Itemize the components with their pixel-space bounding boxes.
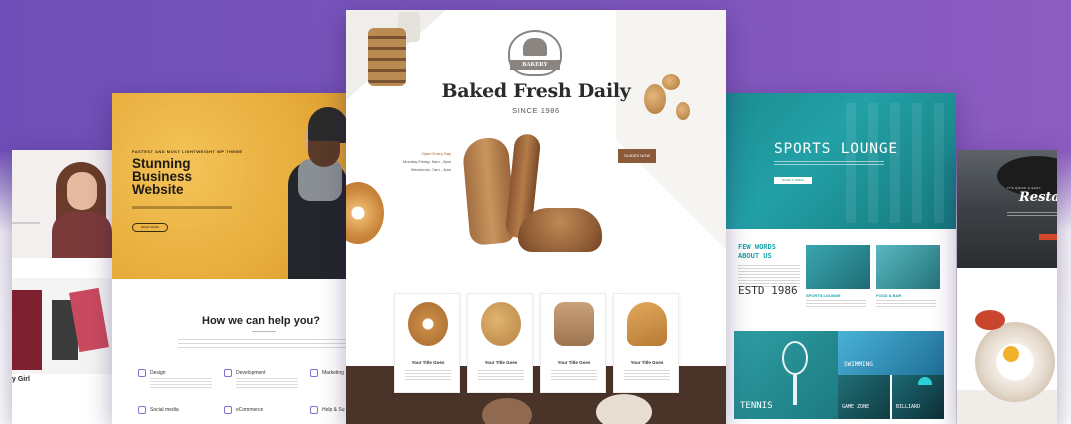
game-zone-tile[interactable]: [838, 375, 890, 419]
service-text: [150, 378, 212, 388]
product-title: Your Title Goes: [411, 360, 445, 365]
sports-title: SPORTS LOUNGE: [774, 141, 898, 157]
service-text: [236, 378, 298, 388]
about-heading: FEW WORDS ABOUT US: [738, 243, 776, 260]
hours-heading: Open Every Day: [421, 151, 451, 156]
guides-button[interactable]: GUIDES NOW: [618, 149, 656, 163]
service-design[interactable]: Design: [150, 370, 166, 376]
sports-subtext: [774, 161, 884, 167]
bar-caption: FOOD & BAR: [876, 293, 902, 298]
pen-icon: [138, 369, 146, 377]
cookie-piece: [644, 84, 666, 114]
bakery-logo-text: BAKERY: [510, 60, 560, 70]
croissant-image: [627, 302, 667, 346]
woman-portrait-image: [12, 150, 112, 258]
billiard-label: BILLIARD: [896, 404, 921, 410]
service-help[interactable]: Help & Su: [322, 407, 345, 413]
fashion-theme-preview[interactable]: y Girl: [12, 150, 112, 424]
book-table-button[interactable]: BOOK A TABLE: [774, 177, 812, 184]
round-loaf-image: [518, 208, 602, 252]
service-ecommerce[interactable]: eCommerce: [236, 407, 263, 413]
support-icon: [310, 406, 318, 414]
service-social-media[interactable]: Social media: [150, 407, 179, 413]
hero-tagline: FASTEST AND MOST LIGHTWEIGHT WP THEME: [132, 149, 243, 154]
restaurant-button[interactable]: [1039, 234, 1057, 240]
hero-title: Stunning Business Website: [132, 156, 193, 197]
service-marketing[interactable]: Marketing: [322, 370, 344, 376]
hours-weekends: Weekends: 7am - 4pm: [410, 167, 451, 172]
read-more-button[interactable]: READ MORE: [132, 223, 168, 232]
swimming-label: SWIMMING: [844, 361, 873, 368]
lounge-caption: SPORTS LOUNGE: [806, 293, 841, 298]
coffee-cup-image: [596, 394, 652, 424]
product-title: Your Title Goes: [557, 360, 591, 365]
service-development[interactable]: Development: [236, 370, 265, 376]
cart-icon: [224, 406, 232, 414]
product-card[interactable]: Your Title Goes: [613, 293, 679, 393]
restaurant-theme-preview[interactable]: IT'S QUICK & EASY Restau: [957, 150, 1057, 424]
product-title: Your Title Goes: [630, 360, 664, 365]
share-icon: [138, 406, 146, 414]
lounge-image: [806, 245, 870, 289]
hours-weekdays: Monday-Friday: 6am - 5pm: [402, 159, 451, 164]
cookies-image: [368, 28, 406, 86]
bakery-theme-preview[interactable]: BAKERY Baked Fresh Daily SINCE 1986 Open…: [346, 10, 726, 424]
business-theme-preview[interactable]: FASTEST AND MOST LIGHTWEIGHT WP THEME St…: [112, 93, 348, 424]
game-zone-label: GAME ZONE: [842, 404, 870, 410]
restaurant-title: Restau: [1019, 190, 1057, 205]
megaphone-icon: [310, 369, 318, 377]
product-title: Your Title Goes: [484, 360, 518, 365]
monitor-icon: [224, 369, 232, 377]
bakery-since: SINCE 1986: [512, 106, 560, 115]
sports-theme-preview[interactable]: SPORTS LOUNGE BOOK A TABLE FEW WORDS ABO…: [726, 93, 956, 424]
established-label: ESTD 1986: [738, 284, 798, 297]
racket-icon: [782, 341, 808, 375]
help-paragraph: [178, 339, 348, 351]
bagel-image: [346, 182, 384, 244]
product-card[interactable]: Your Title Goes: [540, 293, 606, 393]
cookie-image: [481, 302, 521, 346]
divider: [252, 331, 276, 332]
bread-stack-image: [554, 302, 594, 346]
product-caption: y Girl: [12, 376, 30, 383]
help-heading: How we can help you?: [202, 315, 320, 327]
swimming-tile[interactable]: [838, 331, 944, 375]
food-plate-image: [975, 322, 1055, 402]
product-card[interactable]: Your Title Goes: [467, 293, 533, 393]
chef-hat-icon: [523, 38, 547, 56]
bar-image: [876, 245, 940, 289]
hero-subtext: [132, 206, 232, 209]
tennis-label: TENNIS: [740, 401, 773, 411]
pretzel-image: [408, 302, 448, 346]
product-card[interactable]: Your Title Goes: [394, 293, 460, 393]
